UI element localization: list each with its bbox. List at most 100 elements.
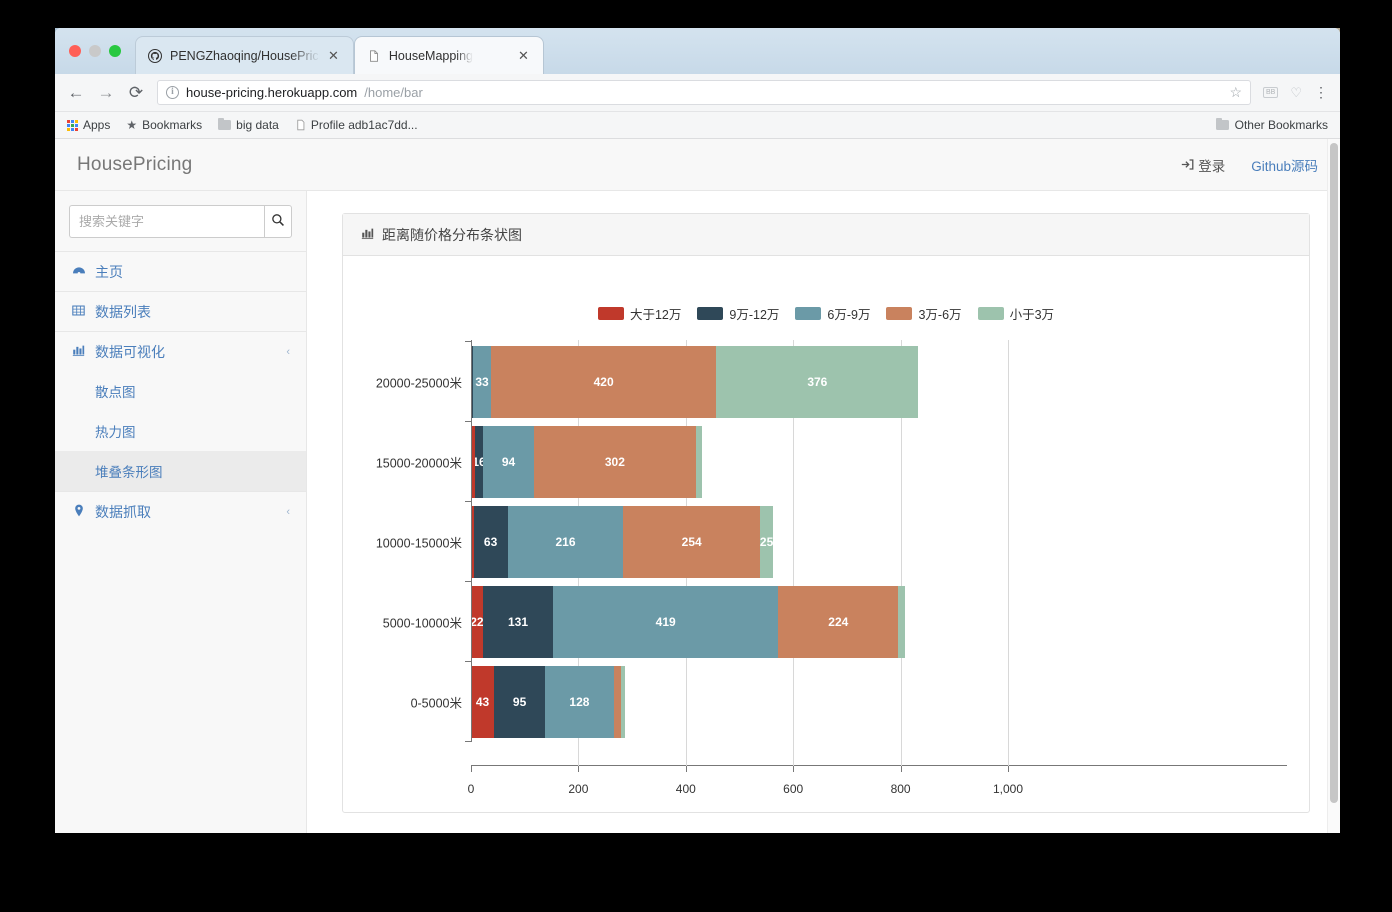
- extension-icon[interactable]: BB: [1263, 87, 1279, 98]
- sidebar-subitem-heatmap[interactable]: 热力图: [55, 411, 306, 451]
- tab-close-icon[interactable]: ✕: [328, 48, 339, 64]
- chart-bar-row[interactable]: 0-5000米 43 95 128: [411, 666, 625, 738]
- chart-bar-segment[interactable]: 128: [545, 666, 614, 738]
- browser-tab-housepricing-repo[interactable]: PENGZhaoqing/HousePricing: ✕: [135, 36, 354, 74]
- chart-bar-value-label: 22: [471, 615, 483, 629]
- chart-bar-segment[interactable]: 302: [533, 426, 696, 498]
- chart-bar-segment[interactable]: 43: [471, 666, 495, 738]
- chart-bar-segment[interactable]: [613, 666, 621, 738]
- chart-bar-row[interactable]: 10000-15000米 63 216 254 25: [376, 506, 774, 578]
- bookmark-label: big data: [236, 118, 279, 132]
- chart-bar-segment[interactable]: 16: [474, 426, 484, 498]
- sidebar-item-label: 数据列表: [95, 303, 151, 320]
- x-axis-tick-label: 1,000: [992, 782, 1024, 796]
- tab-title: PENGZhaoqing/HousePricing:: [170, 48, 320, 63]
- chart-bar-segment[interactable]: 63: [473, 506, 508, 578]
- address-bar[interactable]: i house-pricing.herokuapp.com /home/bar …: [157, 80, 1251, 105]
- site-info-icon[interactable]: i: [166, 86, 179, 99]
- chart-plot: 0 200 400 600 800 1,000 20000-25000米 33 420 376 15…: [343, 340, 1309, 812]
- bookmark-bookmarks[interactable]: ★ Bookmarks: [126, 118, 202, 132]
- x-axis-tick-label: 800: [890, 782, 911, 796]
- github-source-link[interactable]: Github源码: [1251, 155, 1318, 175]
- search-input[interactable]: [69, 205, 264, 238]
- star-icon: ★: [126, 118, 138, 132]
- chart-bar-segment[interactable]: 25: [759, 506, 774, 578]
- x-axis-tick: [685, 766, 687, 772]
- sidebar-item-data-crawl[interactable]: 数据抓取 ‹: [55, 491, 306, 531]
- legend-label: 6万-9万: [827, 308, 871, 322]
- x-axis-tick: [471, 766, 472, 772]
- legend-item[interactable]: 3万-6万: [886, 304, 962, 323]
- chart-bar-segment[interactable]: [620, 666, 625, 738]
- bookmark-big-data[interactable]: big data: [218, 117, 279, 132]
- legend-item[interactable]: 大于12万: [597, 304, 681, 323]
- login-label: 登录: [1198, 158, 1226, 174]
- sidebar-item-data-list[interactable]: 数据列表: [55, 291, 306, 331]
- page-scrollbar-thumb[interactable]: [1330, 143, 1338, 803]
- search-button[interactable]: [264, 205, 292, 238]
- bookmark-star-icon[interactable]: ☆: [1229, 84, 1242, 101]
- login-button[interactable]: 登录: [1181, 155, 1225, 175]
- reload-button[interactable]: ⟳: [127, 84, 145, 101]
- chart-bar-segment[interactable]: 224: [778, 586, 899, 658]
- sidebar-subitem-scatter[interactable]: 散点图: [55, 371, 306, 411]
- chart-bar-segment[interactable]: [898, 586, 905, 658]
- x-axis-tick: [1008, 766, 1009, 772]
- x-axis-tick-label: 600: [783, 782, 804, 796]
- chart-bar-value-label: 131: [507, 615, 528, 629]
- github-icon: [148, 48, 162, 63]
- chart-bar-value-label: 376: [807, 375, 828, 389]
- forward-button[interactable]: →: [97, 84, 115, 101]
- chart-bar-segment[interactable]: 254: [623, 506, 760, 578]
- chart-bar-segment[interactable]: [695, 426, 702, 498]
- back-button[interactable]: ←: [67, 84, 85, 101]
- chart-bar-segment[interactable]: 376: [716, 346, 919, 418]
- desktop: Zhaoqing PENGZhaoqing/HousePricing: ✕: [0, 0, 1392, 912]
- other-bookmarks-folder[interactable]: Other Bookmarks: [1215, 117, 1328, 132]
- chart-bar-value-label: 128: [569, 695, 590, 709]
- legend-swatch: [795, 307, 822, 320]
- bookmark-profile[interactable]: Profile adb1ac7dd...: [295, 118, 418, 132]
- legend-swatch: [697, 307, 724, 320]
- sidebar-subitem-stacked-bar[interactable]: 堆叠条形图: [55, 451, 306, 491]
- chart-bar-segment[interactable]: 33: [473, 346, 491, 418]
- chart-bar-row[interactable]: 5000-10000米 22 131 419 224: [383, 586, 905, 658]
- chevron-left-icon[interactable]: ‹: [286, 506, 290, 518]
- maximize-window-button[interactable]: [109, 45, 121, 57]
- sidebar-item-visualization[interactable]: 数据可视化 ‹: [55, 331, 306, 371]
- chart-bar-segment[interactable]: 95: [494, 666, 546, 738]
- chart-bar-segment[interactable]: 216: [507, 506, 624, 578]
- chart-bar-value-label: 25: [759, 535, 774, 549]
- tab-title: HouseMapping: [388, 48, 473, 63]
- minimize-window-button[interactable]: [89, 45, 101, 57]
- chart-bar-segment[interactable]: 22: [471, 586, 483, 658]
- url-path: /home/bar: [364, 85, 423, 100]
- close-window-button[interactable]: [69, 45, 81, 57]
- legend-item[interactable]: 9万-12万: [697, 304, 779, 323]
- other-bookmarks-label: Other Bookmarks: [1234, 118, 1328, 132]
- window-traffic-lights[interactable]: [69, 45, 121, 57]
- chart-bar-segment[interactable]: 131: [482, 586, 554, 658]
- chart-bar-value-label: 16: [474, 455, 484, 469]
- x-axis-tick: [793, 766, 795, 772]
- sidebar-item-label: 数据可视化: [95, 343, 165, 360]
- browser-tab-housemapping[interactable]: HouseMapping ✕: [353, 36, 544, 74]
- chart-bar-row[interactable]: 20000-25000米 33 420 376: [376, 346, 919, 418]
- bookmark-apps[interactable]: Apps: [67, 118, 110, 132]
- legend-item[interactable]: 6万-9万: [795, 304, 870, 323]
- chart-bar-segment[interactable]: 419: [553, 586, 779, 658]
- chart-bar-segment[interactable]: 94: [483, 426, 534, 498]
- shield-icon[interactable]: ♡: [1290, 85, 1302, 101]
- sidebar-search: [55, 191, 306, 251]
- chrome-menu-icon[interactable]: ⋮: [1314, 84, 1328, 101]
- tab-close-icon[interactable]: ✕: [518, 48, 529, 64]
- chart-bar-segment[interactable]: 420: [490, 346, 717, 418]
- bookmark-label: Profile adb1ac7dd...: [310, 118, 418, 132]
- app-brand-title[interactable]: HousePricing: [77, 154, 192, 176]
- chevron-left-icon[interactable]: ‹: [286, 346, 290, 358]
- sidebar-item-home[interactable]: 主页: [55, 251, 306, 291]
- chart-bar-row[interactable]: 15000-20000米 16 94 302: [376, 426, 702, 498]
- legend-item[interactable]: 小于3万: [977, 304, 1054, 323]
- page-scrollbar-track[interactable]: [1327, 139, 1340, 833]
- chart-bar-value-label: 216: [555, 535, 576, 549]
